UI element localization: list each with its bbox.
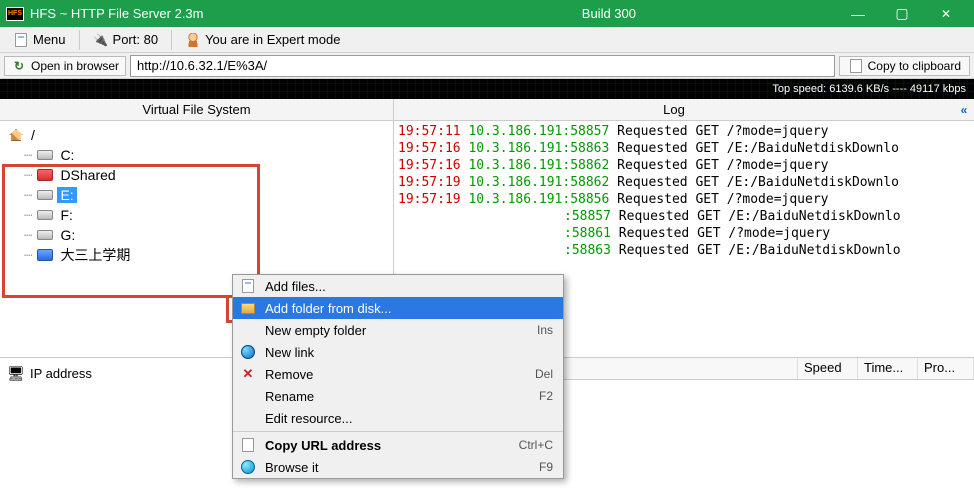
minimize-button[interactable]: — xyxy=(836,1,880,27)
log-line: 19:57:16 10.3.186.191:58862 Requested GE… xyxy=(398,157,970,174)
menu-copy-url[interactable]: Copy URL address Ctrl+C xyxy=(233,434,563,456)
x-icon: ✕ xyxy=(243,366,254,382)
menu-button[interactable]: Menu xyxy=(4,29,75,50)
tree-item-label: 大三上学期 xyxy=(57,245,133,265)
globe-icon xyxy=(241,345,255,359)
context-menu: Add files... Add folder from disk... New… xyxy=(232,274,564,479)
menu-new-link[interactable]: New link xyxy=(233,341,563,363)
speed-text: Top speed: 6139.6 KB/s ---- 49117 kbps xyxy=(772,83,966,95)
menu-shortcut: F9 xyxy=(539,460,553,474)
folder-icon xyxy=(37,169,53,181)
globe-arrow-icon xyxy=(241,460,255,474)
folder-icon xyxy=(37,249,53,261)
tree-root-label: / xyxy=(28,127,38,143)
tree-item-semester[interactable]: ┈大三上学期 xyxy=(0,245,393,265)
menu-label: Remove xyxy=(265,367,527,382)
titlebar: HFS HFS ~ HTTP File Server 2.3m Build 30… xyxy=(0,0,974,27)
tree-item-label: F: xyxy=(57,207,75,223)
maximize-button[interactable]: ▢ xyxy=(880,1,924,27)
house-icon xyxy=(9,129,23,141)
log-line: 19:57:11 10.3.186.191:58857 Requested GE… xyxy=(398,123,970,140)
tree-item-f[interactable]: ┈F: xyxy=(0,205,393,225)
tree-item-c[interactable]: ┈C: xyxy=(0,145,393,165)
close-button[interactable]: ✕ xyxy=(924,1,968,27)
tree-root[interactable]: / xyxy=(0,125,393,145)
open-browser-label: Open in browser xyxy=(31,59,119,73)
separator xyxy=(79,30,80,50)
separator xyxy=(171,30,172,50)
copy-clipboard-button[interactable]: Copy to clipboard xyxy=(839,56,970,76)
panel-headers: Virtual File System Log « xyxy=(0,99,974,121)
tree-item-label: E: xyxy=(57,187,76,203)
drive-icon xyxy=(37,210,53,220)
menu-shortcut: F2 xyxy=(539,389,553,403)
menu-label: New link xyxy=(265,345,553,360)
app-icon: HFS xyxy=(6,7,24,21)
port-button[interactable]: 🔌Port: 80 xyxy=(84,29,168,50)
menu-icon xyxy=(15,33,27,47)
ip-address-label: IP address xyxy=(30,366,92,381)
tree-item-dshared[interactable]: ┈DShared xyxy=(0,165,393,185)
menu-shortcut: Del xyxy=(535,367,553,381)
menu-shortcut: Ctrl+C xyxy=(519,438,553,452)
speed-col-header[interactable]: Speed xyxy=(798,358,858,379)
menu-add-files[interactable]: Add files... xyxy=(233,275,563,297)
mode-label: You are in Expert mode xyxy=(205,32,340,47)
menu-label: Copy URL address xyxy=(265,438,511,453)
urlbar: ↻Open in browser Copy to clipboard xyxy=(0,53,974,79)
port-label: Port: 80 xyxy=(113,32,159,47)
log-header: Log xyxy=(394,99,954,120)
log-line: 19:57:19 10.3.186.191:58862 Requested GE… xyxy=(398,174,970,191)
tree-item-label: DShared xyxy=(57,167,118,183)
menu-add-folder[interactable]: Add folder from disk... xyxy=(233,297,563,319)
user-icon xyxy=(186,33,200,47)
menu-edit-resource[interactable]: Edit resource... xyxy=(233,407,563,429)
toolbar: Menu 🔌Port: 80 You are in Expert mode xyxy=(0,27,974,53)
vfs-tree[interactable]: / ┈C: ┈DShared ┈E: ┈F: ┈G: ┈大三上学期 xyxy=(0,121,393,269)
log-line: :58857 Requested GET /E:/BaiduNetdiskDow… xyxy=(398,208,970,225)
menu-separator xyxy=(233,431,563,432)
window-title: HFS ~ HTTP File Server 2.3m xyxy=(30,6,582,21)
menu-label: Add files... xyxy=(265,279,553,294)
url-input[interactable] xyxy=(130,55,835,77)
menu-shortcut: Ins xyxy=(537,323,553,337)
log-line: :58861 Requested GET /?mode=jquery xyxy=(398,225,970,242)
drive-icon xyxy=(37,150,53,160)
folder-icon xyxy=(241,303,255,314)
menu-browse-it[interactable]: Browse it F9 xyxy=(233,456,563,478)
build-label: Build 300 xyxy=(582,6,636,21)
tree-item-g[interactable]: ┈G: xyxy=(0,225,393,245)
collapse-chevron-icon[interactable]: « xyxy=(954,99,974,120)
page-icon xyxy=(242,279,254,293)
copy-icon xyxy=(850,59,862,73)
monitor-icon: 🖥 xyxy=(8,366,24,380)
time-col-header[interactable]: Time... xyxy=(858,358,918,379)
progress-col-header[interactable]: Pro... xyxy=(918,358,974,379)
menu-rename[interactable]: Rename F2 xyxy=(233,385,563,407)
menu-label: Menu xyxy=(33,32,66,47)
menu-new-empty-folder[interactable]: New empty folder Ins xyxy=(233,319,563,341)
tree-item-e[interactable]: ┈E: xyxy=(0,185,393,205)
tree-item-label: G: xyxy=(57,227,78,243)
drive-icon xyxy=(37,190,53,200)
mode-button[interactable]: You are in Expert mode xyxy=(176,29,349,50)
copy-label: Copy to clipboard xyxy=(868,59,961,73)
open-browser-button[interactable]: ↻Open in browser xyxy=(4,56,126,76)
speed-graph: Top speed: 6139.6 KB/s ---- 49117 kbps xyxy=(0,79,974,99)
log-line: 19:57:19 10.3.186.191:58856 Requested GE… xyxy=(398,191,970,208)
menu-remove[interactable]: ✕ Remove Del xyxy=(233,363,563,385)
log-line: 19:57:16 10.3.186.191:58863 Requested GE… xyxy=(398,140,970,157)
tree-item-label: C: xyxy=(57,147,77,163)
drive-icon xyxy=(37,230,53,240)
menu-label: Browse it xyxy=(265,460,531,475)
menu-label: Rename xyxy=(265,389,531,404)
menu-label: Edit resource... xyxy=(265,411,553,426)
menu-label: Add folder from disk... xyxy=(265,301,553,316)
menu-label: New empty folder xyxy=(265,323,529,338)
document-icon xyxy=(242,438,254,452)
vfs-header: Virtual File System xyxy=(0,99,394,120)
log-line: :58863 Requested GET /E:/BaiduNetdiskDow… xyxy=(398,242,970,259)
